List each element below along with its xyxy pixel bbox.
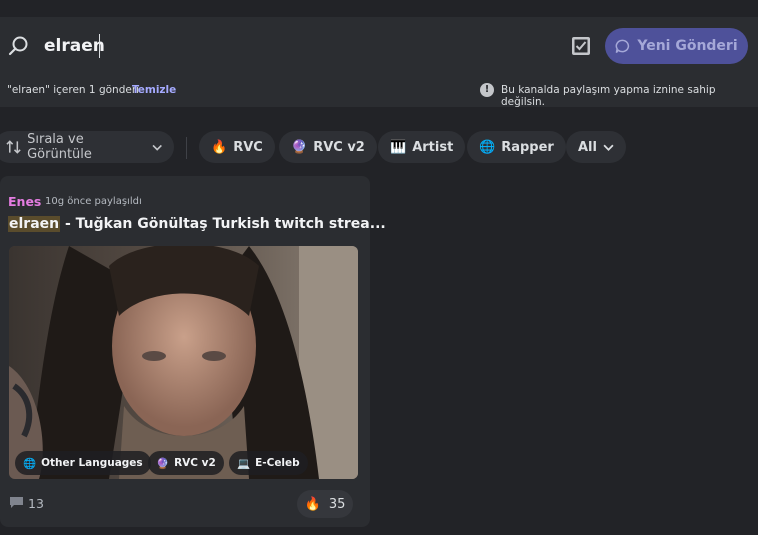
portrait-image <box>9 246 358 479</box>
post-card[interactable]: Enes 10g önce paylaşıldı elraen - Tuğkan… <box>0 176 386 527</box>
post-time: 10g önce paylaşıldı <box>45 196 142 207</box>
search-icon <box>8 36 28 56</box>
chevron-down-icon <box>152 144 162 151</box>
warning-icon: ! <box>480 83 494 97</box>
sort-arrows-icon <box>6 140 21 154</box>
tag-chip-artist[interactable]: 🎹 Artist <box>378 131 466 163</box>
new-post-button[interactable]: Yeni Gönderi <box>605 28 748 64</box>
tag-chip-rapper[interactable]: 🌐 Rapper <box>467 131 566 163</box>
sort-and-view-button[interactable]: Sırala ve Görüntüle <box>0 131 174 163</box>
text-caret <box>99 34 100 58</box>
post-thumbnail[interactable] <box>9 246 358 479</box>
post-title-rest: - Tuğkan Gönültaş Turkish twitch strea..… <box>60 216 386 232</box>
tag-label: Rapper <box>501 139 554 155</box>
tag-chip-all[interactable]: All <box>566 131 626 163</box>
new-post-label: Yeni Gönderi <box>637 38 738 54</box>
image-tag-rvc-v2[interactable]: 🔮 RVC v2 <box>148 451 224 475</box>
image-tag-label: E-Celeb <box>255 457 300 469</box>
tag-label: RVC <box>233 139 263 155</box>
reaction-count: 35 <box>328 496 346 512</box>
tag-label: All <box>578 139 597 155</box>
post-title[interactable]: elraen - Tuğkan Gönültaş Turkish twitch … <box>8 216 386 232</box>
search-highlight: elraen <box>8 216 61 232</box>
fire-icon: 🔥 <box>304 496 321 512</box>
image-tag-other-languages[interactable]: 🌐 Other Languages <box>15 451 151 475</box>
comment-icon <box>10 497 23 508</box>
sort-label: Sırala ve Görüntüle <box>27 132 92 162</box>
filter-divider <box>186 137 187 159</box>
fire-reaction[interactable]: 🔥 35 <box>297 490 353 518</box>
tag-label: Artist <box>412 139 454 155</box>
computer-icon: 💻 <box>237 457 251 470</box>
crystal-ball-icon: 🔮 <box>291 139 308 155</box>
image-tag-label: Other Languages <box>41 457 143 469</box>
globe-icon: 🌐 <box>23 457 37 470</box>
permission-warning-text: Bu kanalda paylaşım yapma iznine sahip d… <box>501 84 716 108</box>
result-count-text: "elraen" içeren 1 gönderi <box>7 84 140 96</box>
fire-icon: 🔥 <box>211 139 228 155</box>
search-input[interactable] <box>44 32 344 60</box>
piano-icon: 🎹 <box>390 139 407 155</box>
post-author[interactable]: Enes <box>8 194 41 209</box>
tag-label: RVC v2 <box>313 139 365 155</box>
image-tag-e-celeb[interactable]: 💻 E-Celeb <box>229 451 308 475</box>
tag-chip-rvc[interactable]: 🔥 RVC <box>199 131 275 163</box>
chat-bubble-icon <box>615 39 630 53</box>
checklist-icon[interactable] <box>571 36 591 56</box>
comment-count: 13 <box>28 496 44 511</box>
clear-search-link[interactable]: Temizle <box>132 84 176 96</box>
crystal-ball-icon: 🔮 <box>156 457 170 470</box>
image-tag-label: RVC v2 <box>174 457 216 469</box>
globe-icon: 🌐 <box>479 139 496 155</box>
chevron-down-icon <box>603 144 614 151</box>
search-info-row: "elraen" içeren 1 gönderi Temizle ! Bu k… <box>0 75 758 108</box>
tag-chip-rvc-v2[interactable]: 🔮 RVC v2 <box>279 131 377 163</box>
